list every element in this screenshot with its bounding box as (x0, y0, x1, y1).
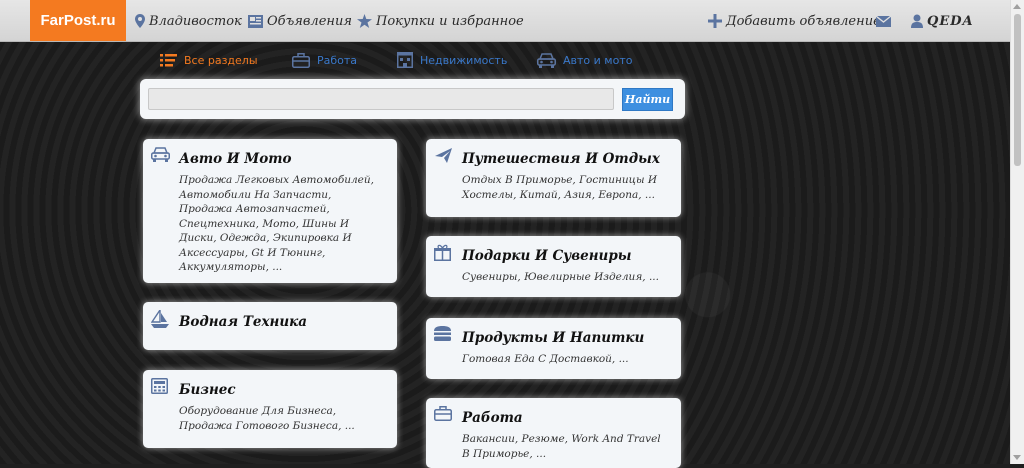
category-card-job[interactable]: Работа Вакансии, Резюме, Work And Travel… (426, 398, 681, 468)
add-ad-link[interactable]: Добавить объявление (708, 10, 881, 32)
category-title[interactable]: Путешествия И Отдых (462, 151, 671, 167)
tab-job[interactable]: Работа (292, 50, 357, 70)
category-card-gifts[interactable]: Подарки И Сувениры Сувениры, Ювелирные И… (426, 236, 681, 297)
user-menu[interactable]: QEDA (911, 10, 974, 32)
burger-icon (434, 326, 451, 341)
category-title[interactable]: Подарки И Сувениры (462, 248, 671, 264)
category-title[interactable]: Работа (462, 410, 671, 426)
top-bar: FarPost.ru Владивосток Объявления Покупк… (0, 0, 1011, 42)
envelope-icon (876, 15, 891, 27)
tab-auto-moto-label: Авто и мото (563, 53, 633, 67)
scroll-thumb[interactable] (1014, 14, 1021, 166)
farpost-logo[interactable]: FarPost.ru (30, 0, 126, 41)
ads-link[interactable]: Объявления (248, 10, 352, 32)
airplane-icon (435, 148, 452, 163)
sailboat-icon (151, 310, 169, 328)
briefcase-icon (292, 52, 310, 68)
category-subcategories[interactable]: Вакансии, Резюме, Work And Travel В Прим… (462, 432, 671, 461)
category-title[interactable]: Продукты И Напитки (462, 330, 671, 346)
building-icon (397, 52, 413, 68)
category-subcategories[interactable]: Отдых В Приморье, Гостиницы И Хостелы, К… (462, 173, 671, 202)
category-card-food[interactable]: Продукты И Напитки Готовая Еда С Доставк… (426, 318, 681, 379)
search-input[interactable] (148, 88, 614, 110)
category-title[interactable]: Авто И Мото (179, 151, 387, 167)
tab-all-sections[interactable]: Все разделы (160, 50, 258, 70)
category-card-water-transport[interactable]: Водная Техника (143, 302, 397, 350)
category-subcategories[interactable]: Оборудование Для Бизнеса, Продажа Готово… (179, 404, 387, 433)
page-scrollbar[interactable] (1010, 0, 1024, 464)
tab-real-estate[interactable]: Недвижимость (397, 50, 507, 70)
search-panel: Найти (140, 79, 685, 119)
tab-all-sections-label: Все разделы (184, 53, 258, 67)
favorites-label: Покупки и избранное (376, 13, 524, 29)
category-card-travel[interactable]: Путешествия И Отдых Отдых В Приморье, Го… (426, 139, 681, 217)
favorites-link[interactable]: Покупки и избранное (357, 10, 524, 32)
plus-icon (708, 14, 722, 28)
car-icon (151, 147, 170, 162)
category-title[interactable]: Бизнес (179, 382, 387, 398)
category-subcategories[interactable]: Сувениры, Ювелирные Изделия, ... (462, 270, 671, 285)
category-subcategories[interactable]: Продажа Легковых Автомобилей, Автомобили… (179, 173, 387, 275)
add-ad-label: Добавить объявление (726, 13, 881, 29)
tab-auto-moto[interactable]: Авто и мото (537, 50, 632, 70)
cash-register-icon (151, 378, 168, 394)
car-icon (537, 52, 556, 68)
ads-label: Объявления (267, 13, 352, 29)
list-icon (160, 53, 177, 66)
tab-job-label: Работа (317, 53, 358, 67)
category-subcategories[interactable]: Готовая Еда С Доставкой, ... (462, 352, 671, 367)
scroll-down-arrow-icon[interactable] (1013, 455, 1021, 460)
gift-icon (434, 244, 451, 261)
star-icon (357, 14, 372, 28)
map-pin-icon (135, 14, 145, 28)
city-selector[interactable]: Владивосток (135, 10, 242, 32)
user-icon (911, 14, 923, 28)
search-button[interactable]: Найти (622, 88, 673, 111)
messages-link[interactable] (876, 10, 891, 32)
newspaper-icon (248, 14, 263, 28)
username-label: QEDA (927, 13, 974, 29)
category-card-auto[interactable]: Авто И Мото Продажа Легковых Автомобилей… (143, 139, 397, 283)
scroll-up-arrow-icon[interactable] (1013, 4, 1021, 9)
city-label: Владивосток (149, 13, 242, 29)
tab-real-estate-label: Недвижимость (420, 53, 508, 67)
briefcase-icon (434, 406, 452, 421)
category-card-business[interactable]: Бизнес Оборудование Для Бизнеса, Продажа… (143, 370, 397, 448)
category-title[interactable]: Водная Техника (179, 314, 387, 330)
